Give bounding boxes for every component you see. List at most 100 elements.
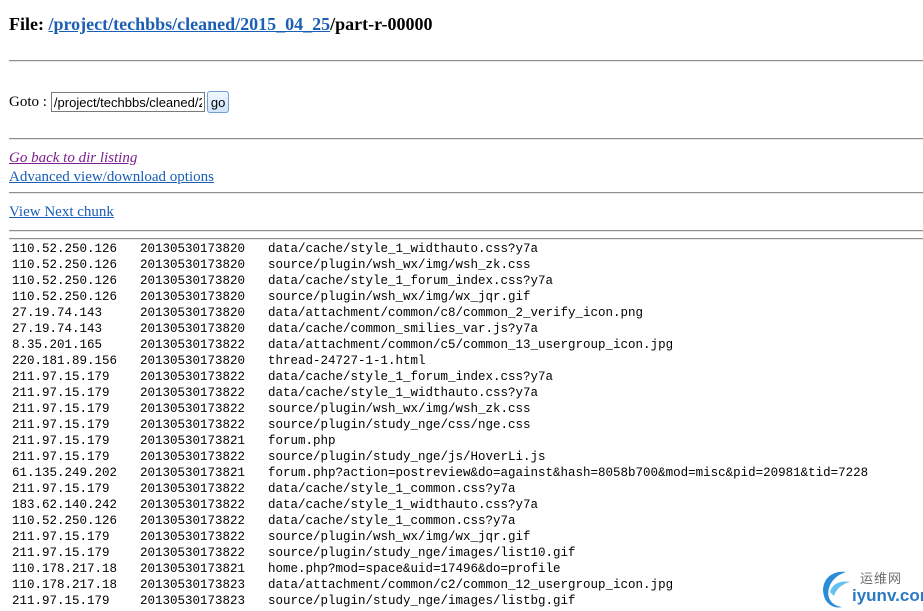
log-row: 211.97.15.179 20130530173823 source/plugin… <box>12 593 923 609</box>
row-timestamp: 20130530173822 <box>140 546 246 560</box>
row-ip: 211.97.15.179 <box>12 450 110 464</box>
row-path: data/attachment/common/c5/common_13_user… <box>268 338 674 352</box>
file-browser-page: File: /project/techbbs/cleaned/2015_04_2… <box>0 0 923 611</box>
log-row: 211.97.15.179 20130530173822 source/plugin… <box>12 417 923 433</box>
path-link-project[interactable]: /project <box>48 14 108 34</box>
row-ip: 27.19.74.143 <box>12 322 103 336</box>
log-row: 110.52.250.126 20130530173822 data/cache/s… <box>12 513 923 529</box>
row-path: data/cache/style_1_widthauto.css?y7a <box>268 498 539 512</box>
path-link-date[interactable]: /2015_04_25 <box>235 14 330 34</box>
divider <box>9 192 923 194</box>
row-ip: 211.97.15.179 <box>12 530 110 544</box>
row-path: forum.php?action=postreview&do=against&h… <box>268 466 869 480</box>
row-ip: 61.135.249.202 <box>12 466 118 480</box>
row-path: forum.php <box>268 434 336 448</box>
row-timestamp: 20130530173822 <box>140 498 246 512</box>
page-title: File: /project/techbbs/cleaned/2015_04_2… <box>9 12 432 36</box>
row-ip: 27.19.74.143 <box>12 306 103 320</box>
row-timestamp: 20130530173821 <box>140 466 246 480</box>
log-row: 110.178.217.18 20130530173823 data/attachm… <box>12 577 923 593</box>
row-timestamp: 20130530173820 <box>140 242 246 256</box>
watermark-en-text: iyunv.com <box>852 586 923 605</box>
row-ip: 110.52.250.126 <box>12 258 118 272</box>
row-timestamp: 20130530173820 <box>140 274 246 288</box>
row-path: source/plugin/wsh_wx/img/wsh_zk.css <box>268 402 531 416</box>
row-ip: 183.62.140.242 <box>12 498 118 512</box>
row-timestamp: 20130530173823 <box>140 578 246 592</box>
row-path: data/cache/style_1_common.css?y7a <box>268 482 516 496</box>
log-row: 211.97.15.179 20130530173822 source/plugin… <box>12 449 923 465</box>
row-ip: 211.97.15.179 <box>12 370 110 384</box>
log-row: 110.52.250.126 20130530173820 source/plugi… <box>12 289 923 305</box>
file-content: 110.52.250.126 20130530173820 data/cache/s… <box>12 241 923 609</box>
row-timestamp: 20130530173822 <box>140 450 246 464</box>
row-ip: 110.52.250.126 <box>12 242 118 256</box>
row-path: source/plugin/study_nge/js/HoverLi.js <box>268 450 546 464</box>
row-timestamp: 20130530173820 <box>140 306 246 320</box>
row-ip: 220.181.89.156 <box>12 354 118 368</box>
row-path: data/cache/style_1_forum_index.css?y7a <box>268 274 554 288</box>
goto-form: Goto : go <box>9 91 230 113</box>
row-ip: 211.97.15.179 <box>12 482 110 496</box>
row-ip: 211.97.15.179 <box>12 402 110 416</box>
log-row: 110.52.250.126 20130530173820 source/plugi… <box>12 257 923 273</box>
goto-path-input[interactable] <box>50 92 205 112</box>
divider <box>9 60 923 62</box>
file-label: File: <box>9 14 44 34</box>
row-path: source/plugin/study_nge/images/list10.gi… <box>268 546 576 560</box>
row-ip: 110.178.217.18 <box>12 562 118 576</box>
log-row: 220.181.89.156 20130530173820 thread-24727… <box>12 353 923 369</box>
row-path: data/cache/style_1_common.css?y7a <box>268 514 516 528</box>
row-path: source/plugin/wsh_wx/img/wsh_zk.css <box>268 258 531 272</box>
row-path: data/attachment/common/c8/common_2_verif… <box>268 306 644 320</box>
swirl-logo-icon <box>823 571 850 608</box>
log-row: 183.62.140.242 20130530173822 data/cache/s… <box>12 497 923 513</box>
advanced-view-download-link[interactable]: Advanced view/download options <box>9 168 214 186</box>
row-timestamp: 20130530173822 <box>140 386 246 400</box>
log-row: 8.35.201.165 20130530173822 data/attachmen… <box>12 337 923 353</box>
row-ip: 110.178.217.18 <box>12 578 118 592</box>
row-ip: 110.52.250.126 <box>12 274 118 288</box>
divider <box>9 230 923 232</box>
back-to-dir-listing-link[interactable]: Go back to dir listing <box>9 149 137 167</box>
log-row: 61.135.249.202 20130530173821 forum.php?ac… <box>12 465 923 481</box>
divider <box>9 238 923 240</box>
row-timestamp: 20130530173822 <box>140 530 246 544</box>
row-ip: 211.97.15.179 <box>12 594 110 608</box>
path-link-cleaned[interactable]: /cleaned <box>172 14 235 34</box>
log-row: 27.19.74.143 20130530173820 data/cache/com… <box>12 321 923 337</box>
log-row: 110.52.250.126 20130530173820 data/cache/s… <box>12 241 923 257</box>
goto-label: Goto : <box>9 93 47 110</box>
log-row: 110.52.250.126 20130530173820 data/cache/s… <box>12 273 923 289</box>
row-timestamp: 20130530173821 <box>140 562 246 576</box>
go-button[interactable]: go <box>206 91 230 113</box>
path-link-techbbs[interactable]: /techbbs <box>108 14 172 34</box>
row-timestamp: 20130530173822 <box>140 482 246 496</box>
row-path: source/plugin/study_nge/css/nge.css <box>268 418 531 432</box>
row-ip: 8.35.201.165 <box>12 338 103 352</box>
row-ip: 110.52.250.126 <box>12 290 118 304</box>
row-path: data/cache/style_1_forum_index.css?y7a <box>268 370 554 384</box>
row-timestamp: 20130530173822 <box>140 338 246 352</box>
row-path: source/plugin/wsh_wx/img/wx_jqr.gif <box>268 290 531 304</box>
site-watermark: 运维网 iyunv.com <box>816 562 923 611</box>
view-next-chunk-link[interactable]: View Next chunk <box>9 203 114 221</box>
row-path: data/cache/style_1_widthauto.css?y7a <box>268 242 539 256</box>
row-timestamp: 20130530173822 <box>140 514 246 528</box>
log-row: 211.97.15.179 20130530173821 forum.php <box>12 433 923 449</box>
current-file-name: /part-r-00000 <box>330 14 433 34</box>
log-row: 27.19.74.143 20130530173820 data/attachmen… <box>12 305 923 321</box>
row-timestamp: 20130530173822 <box>140 370 246 384</box>
row-ip: 110.52.250.126 <box>12 514 118 528</box>
row-ip: 211.97.15.179 <box>12 434 110 448</box>
log-row: 211.97.15.179 20130530173822 source/plugin… <box>12 529 923 545</box>
row-timestamp: 20130530173820 <box>140 258 246 272</box>
log-row: 211.97.15.179 20130530173822 data/cache/st… <box>12 481 923 497</box>
log-row: 211.97.15.179 20130530173822 source/plugin… <box>12 401 923 417</box>
row-path: data/cache/style_1_widthauto.css?y7a <box>268 386 539 400</box>
row-timestamp: 20130530173821 <box>140 434 246 448</box>
row-ip: 211.97.15.179 <box>12 418 110 432</box>
log-row: 211.97.15.179 20130530173822 source/plugin… <box>12 545 923 561</box>
row-path: thread-24727-1-1.html <box>268 354 426 368</box>
row-timestamp: 20130530173823 <box>140 594 246 608</box>
